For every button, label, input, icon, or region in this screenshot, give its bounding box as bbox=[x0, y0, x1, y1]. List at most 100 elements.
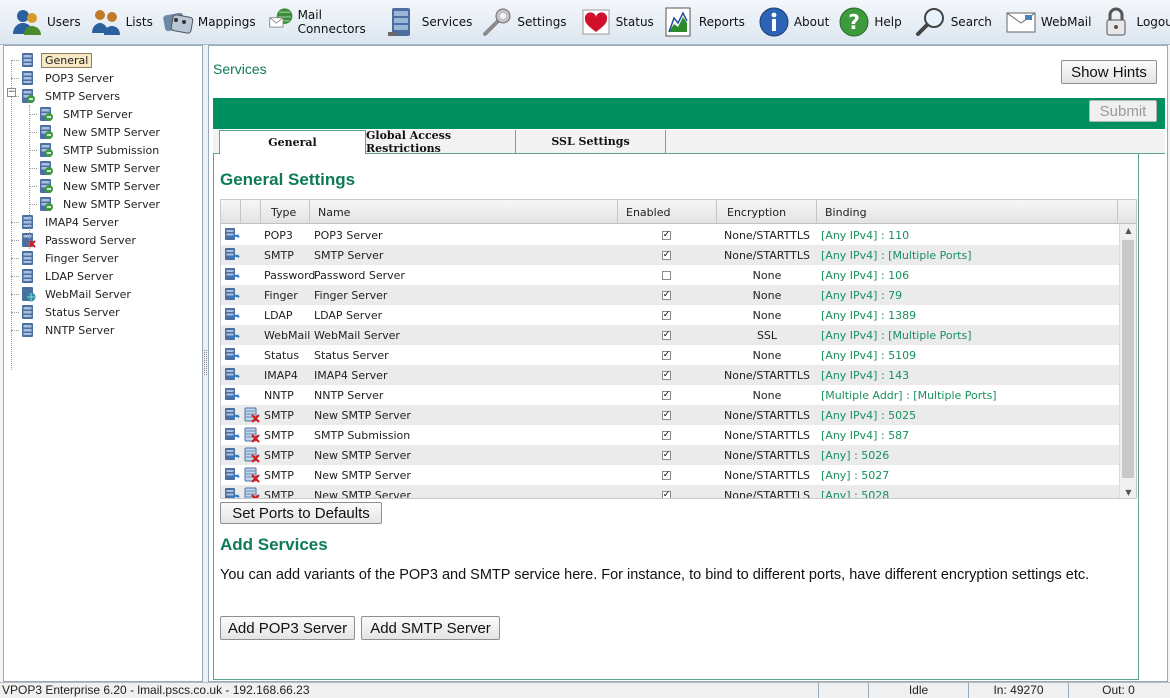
add-pop3-server-button[interactable]: Add POP3 Server bbox=[220, 616, 355, 640]
splitter-grip[interactable] bbox=[204, 350, 207, 375]
tree-item-new-smtp-server[interactable]: New SMTP Server bbox=[38, 177, 164, 195]
toolbar-reports-button[interactable]: Reports bbox=[660, 3, 751, 41]
toolbar-status-button[interactable]: Status bbox=[577, 3, 660, 41]
column-header-name[interactable]: Name bbox=[310, 200, 618, 224]
table-row[interactable]: SMTP New SMTP Server ✓ None/STARTTLS [Any] :… bbox=[221, 445, 1120, 465]
tree-item-smtp-server[interactable]: SMTP Server bbox=[38, 105, 136, 123]
tree-item-finger-server[interactable]: Finger Server bbox=[20, 249, 122, 267]
tree-item-smtp-servers[interactable]: SMTP Servers bbox=[20, 87, 124, 105]
set-ports-to-defaults-button[interactable]: Set Ports to Defaults bbox=[220, 502, 382, 524]
enabled-checkbox[interactable]: ✓ bbox=[662, 325, 676, 345]
toolbar-label: Search bbox=[950, 15, 992, 29]
service-icon bbox=[224, 465, 240, 485]
toolbar-search-button[interactable]: Search bbox=[912, 3, 998, 41]
tree-item-status-server[interactable]: Status Server bbox=[20, 303, 124, 321]
tree-item-nntp-server[interactable]: NNTP Server bbox=[20, 321, 118, 339]
table-row[interactable]: LDAP LDAP Server ✓ None [Any IPv4] : 1389 bbox=[221, 305, 1120, 325]
tab-global-access-restrictions[interactable]: Global Access Restrictions bbox=[366, 129, 516, 155]
service-name: Password Server bbox=[314, 268, 405, 282]
toolbar-users-button[interactable]: Users bbox=[8, 3, 87, 41]
column-header-binding[interactable]: Binding bbox=[817, 200, 1118, 224]
table-row[interactable]: SMTP New SMTP Server ✓ None/STARTTLS [Any] :… bbox=[221, 465, 1120, 485]
tree-item-new-smtp-server[interactable]: New SMTP Server bbox=[38, 123, 164, 141]
scrollbar-thumb[interactable] bbox=[1122, 240, 1134, 478]
table-row[interactable]: POP3 POP3 Server ✓ None/STARTTLS [Any IPv4] … bbox=[221, 225, 1120, 245]
enabled-checkbox[interactable]: ✓ bbox=[662, 405, 676, 425]
service-icon bbox=[224, 225, 240, 245]
tree-item-password-server[interactable]: Password Server bbox=[20, 231, 140, 249]
tree-item-imap4-server[interactable]: IMAP4 Server bbox=[20, 213, 122, 231]
enabled-checkbox[interactable]: ✓ bbox=[662, 485, 676, 498]
table-row[interactable]: Password Password Server None [Any IPv4] : … bbox=[221, 265, 1120, 285]
tree-item-new-smtp-server[interactable]: New SMTP Server bbox=[38, 195, 164, 213]
tree-item-label: General bbox=[41, 52, 93, 68]
table-row[interactable]: NNTP NNTP Server ✓ None [Multiple Addr] : [M… bbox=[221, 385, 1120, 405]
checkbox-checked-icon[interactable]: ✓ bbox=[662, 370, 671, 380]
enabled-checkbox[interactable] bbox=[662, 265, 676, 285]
table-row[interactable]: SMTP New SMTP Server ✓ None/STARTTLS [Any IP… bbox=[221, 405, 1120, 425]
toolbar-logout-button[interactable]: Logout bbox=[1097, 3, 1170, 41]
table-row[interactable]: SMTP New SMTP Server ✓ None/STARTTLS [Any] :… bbox=[221, 485, 1120, 498]
table-row[interactable]: WebMail WebMail Server ✓ SSL [Any IPv4] : [M… bbox=[221, 325, 1120, 345]
scroll-up-arrow-icon[interactable]: ▲ bbox=[1120, 224, 1136, 238]
checkbox-checked-icon[interactable]: ✓ bbox=[662, 230, 671, 240]
toolbar-mail-connectors-button[interactable]: Mail Connectors bbox=[266, 3, 379, 41]
table-scrollbar[interactable]: ▲ ▼ bbox=[1119, 224, 1136, 498]
tree-item-webmail-server[interactable]: WebMail Server bbox=[20, 285, 135, 303]
scroll-down-arrow-icon[interactable]: ▼ bbox=[1120, 486, 1136, 498]
access-restricted-icon bbox=[244, 485, 260, 498]
enabled-checkbox[interactable]: ✓ bbox=[662, 285, 676, 305]
checkbox-checked-icon[interactable]: ✓ bbox=[662, 390, 671, 400]
table-row[interactable]: IMAP4 IMAP4 Server ✓ None/STARTTLS [Any IPv4… bbox=[221, 365, 1120, 385]
tree-item-ldap-server[interactable]: LDAP Server bbox=[20, 267, 117, 285]
toolbar-mappings-button[interactable]: Mappings bbox=[159, 3, 262, 41]
checkbox-checked-icon[interactable]: ✓ bbox=[662, 430, 671, 440]
enabled-checkbox[interactable]: ✓ bbox=[662, 445, 676, 465]
toolbar-help-button[interactable]: ? Help bbox=[835, 3, 907, 41]
tab-general[interactable]: General bbox=[219, 130, 366, 154]
checkbox-checked-icon[interactable]: ✓ bbox=[662, 310, 671, 320]
column-header-type[interactable]: Type bbox=[261, 200, 310, 224]
services-table: Type Name Enabled Encryption Binding POP… bbox=[220, 199, 1137, 499]
table-row[interactable]: Status Status Server ✓ None [Any IPv4] : 510… bbox=[221, 345, 1120, 365]
tree-item-general[interactable]: General bbox=[20, 51, 93, 69]
table-row[interactable]: Finger Finger Server ✓ None [Any IPv4] : 79 bbox=[221, 285, 1120, 305]
enabled-checkbox[interactable]: ✓ bbox=[662, 305, 676, 325]
enabled-checkbox[interactable]: ✓ bbox=[662, 225, 676, 245]
show-hints-button[interactable]: Show Hints bbox=[1061, 60, 1157, 84]
checkbox-checked-icon[interactable]: ✓ bbox=[662, 470, 671, 480]
enabled-checkbox[interactable]: ✓ bbox=[662, 245, 676, 265]
enabled-checkbox[interactable]: ✓ bbox=[662, 385, 676, 405]
add-smtp-server-button[interactable]: Add SMTP Server bbox=[361, 616, 500, 640]
checkbox-unchecked-icon[interactable] bbox=[662, 270, 671, 280]
tab-ssl-settings[interactable]: SSL Settings bbox=[516, 130, 666, 153]
toolbar-about-button[interactable]: About bbox=[755, 3, 835, 41]
tree-item-label: SMTP Servers bbox=[45, 89, 121, 103]
table-row[interactable]: SMTP SMTP Submission ✓ None/STARTTLS [Any IP… bbox=[221, 425, 1120, 445]
collapse-toggle-icon[interactable]: − bbox=[7, 88, 16, 97]
toolbar-webmail-button[interactable]: WebMail bbox=[1002, 3, 1098, 41]
toolbar-settings-button[interactable]: Settings bbox=[478, 3, 572, 41]
checkbox-checked-icon[interactable]: ✓ bbox=[662, 490, 671, 498]
checkbox-checked-icon[interactable]: ✓ bbox=[662, 350, 671, 360]
enabled-checkbox[interactable]: ✓ bbox=[662, 365, 676, 385]
service-type: NNTP bbox=[264, 388, 294, 402]
enabled-checkbox[interactable]: ✓ bbox=[662, 465, 676, 485]
checkbox-checked-icon[interactable]: ✓ bbox=[662, 410, 671, 420]
submit-button[interactable]: Submit bbox=[1089, 100, 1157, 122]
checkbox-checked-icon[interactable]: ✓ bbox=[662, 290, 671, 300]
tree-item-smtp-submission[interactable]: SMTP Submission bbox=[38, 141, 163, 159]
enabled-checkbox[interactable]: ✓ bbox=[662, 425, 676, 445]
column-header-enabled[interactable]: Enabled bbox=[618, 200, 717, 224]
checkbox-checked-icon[interactable]: ✓ bbox=[662, 330, 671, 340]
tree-item-new-smtp-server[interactable]: New SMTP Server bbox=[38, 159, 164, 177]
column-header-encryption[interactable]: Encryption bbox=[717, 200, 817, 224]
toolbar-services-button[interactable]: Services bbox=[383, 3, 479, 41]
checkbox-checked-icon[interactable]: ✓ bbox=[662, 450, 671, 460]
table-row[interactable]: SMTP SMTP Server ✓ None/STARTTLS [Any IPv4] … bbox=[221, 245, 1120, 265]
enabled-checkbox[interactable]: ✓ bbox=[662, 345, 676, 365]
tree-item-pop3-server[interactable]: POP3 Server bbox=[20, 69, 118, 87]
checkbox-checked-icon[interactable]: ✓ bbox=[662, 250, 671, 260]
toolbar-lists-button[interactable]: Lists bbox=[87, 3, 159, 41]
service-type: SMTP bbox=[264, 468, 294, 482]
